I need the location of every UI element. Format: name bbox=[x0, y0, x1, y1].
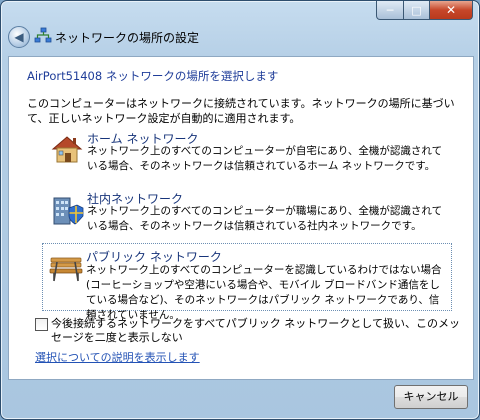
house-icon bbox=[51, 136, 83, 163]
window-controls: ─ □ ✕ bbox=[376, 1, 473, 20]
home-network-option[interactable]: ホーム ネットワーク ネットワーク上のすべてのコンピューターが自宅にあり、全機が… bbox=[44, 130, 452, 188]
option-description: ネットワーク上のすべてのコンピューターを認識しているわけではない場合 (コーヒー… bbox=[86, 264, 442, 321]
description-text: このコンピューターはネットワークに接続されています。ネットワークの場所に基づいて… bbox=[27, 97, 455, 125]
network-icon bbox=[34, 27, 52, 43]
checkbox-label[interactable]: 今後接続するネットワークをすべてパブリック ネットワークとして扱い、このメッセー… bbox=[51, 317, 461, 345]
title-bar: ─ □ ✕ ◀ ネットワークの場所の設定 bbox=[1, 1, 479, 63]
public-network-option[interactable]: パブリック ネットワーク ネットワーク上のすべてのコンピューターを認識しているわ… bbox=[42, 243, 452, 321]
option-description: ネットワーク上のすべてのコンピューターが自宅にあり、全機が認識されている場合、そ… bbox=[87, 145, 443, 172]
page-heading: AirPort51408 ネットワークの場所を選択します bbox=[27, 69, 279, 83]
back-arrow-icon: ◀ bbox=[14, 30, 24, 44]
back-button[interactable]: ◀ bbox=[8, 26, 30, 48]
treat-all-public-checkbox[interactable] bbox=[35, 318, 48, 331]
cancel-button[interactable]: キャンセル bbox=[394, 385, 468, 409]
window-title: ネットワークの場所の設定 bbox=[55, 31, 200, 45]
help-link[interactable]: 選択についての説明を表示します bbox=[35, 349, 200, 365]
minimize-button[interactable]: ─ bbox=[376, 1, 404, 20]
office-network-icon bbox=[53, 197, 84, 225]
maximize-button[interactable]: □ bbox=[404, 1, 430, 20]
work-network-option[interactable]: 社内ネットワーク ネットワーク上のすべてのコンピューターが職場にあり、全機が認識… bbox=[44, 190, 452, 248]
option-description: ネットワーク上のすべてのコンピューターが職場にあり、全機が認識されている場合、そ… bbox=[87, 205, 443, 232]
park-bench-icon bbox=[49, 257, 83, 282]
close-button[interactable]: ✕ bbox=[430, 1, 473, 20]
